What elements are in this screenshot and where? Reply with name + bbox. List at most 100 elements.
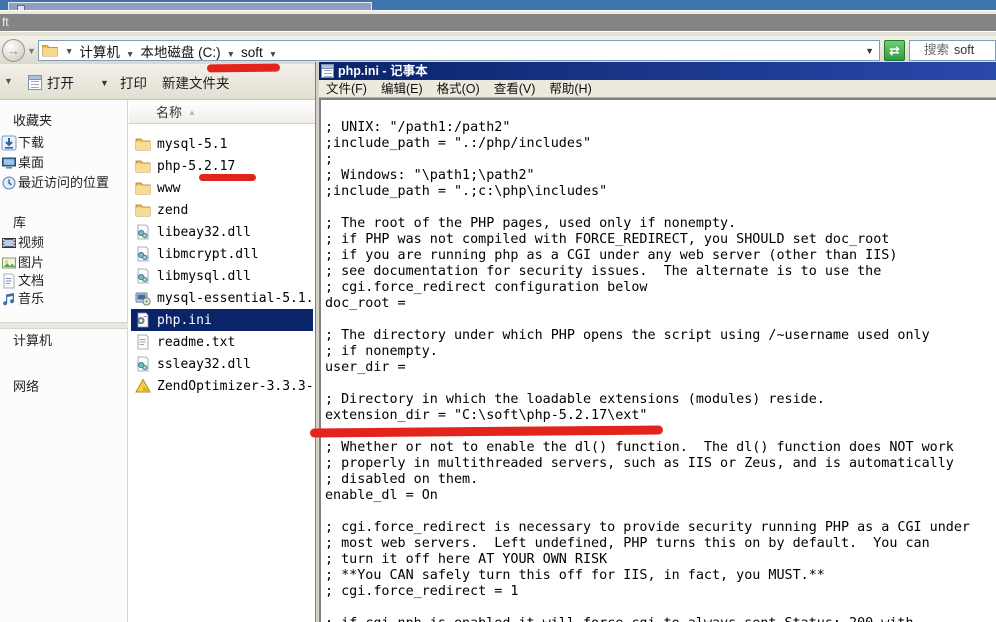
name-column-header[interactable]: 名称 ▲ (129, 102, 315, 124)
file-name: php-5.2.17 (157, 159, 235, 174)
breadcrumb-root-arrow[interactable]: ▼ (62, 46, 76, 56)
file-row[interactable]: zend (131, 199, 313, 221)
txt-icon (135, 334, 151, 350)
red-underline-php-folder-annotation (199, 174, 256, 181)
dll-icon (135, 356, 151, 372)
file-row[interactable]: ZendOptimizer-3.3.3-Windo (131, 375, 313, 397)
breadcrumb-segment[interactable]: 计算机 (76, 45, 123, 60)
notepad-client-area: ; UNIX: "/path1:/path2" ;include_path = … (319, 98, 996, 622)
print-button[interactable]: 打印 (116, 70, 151, 94)
sidebar-item-label: 桌面 (18, 152, 44, 171)
sidebar-group-1[interactable]: 库 (13, 212, 26, 231)
search-label: 搜索 (924, 43, 949, 57)
open-button[interactable]: 打开 (24, 70, 78, 94)
refresh-button[interactable]: ⇄ (884, 40, 905, 61)
sidebar-group-3[interactable]: 网络 (13, 376, 39, 395)
sidebar-item[interactable]: 桌面 (1, 152, 44, 171)
search-term: soft (954, 43, 974, 57)
file-row[interactable]: readme.txt (131, 331, 313, 353)
dll-icon (135, 246, 151, 262)
open-button-label: 打开 (47, 72, 74, 92)
organize-dropdown-fragment[interactable]: ▼ (4, 76, 13, 86)
pictures-icon (1, 255, 17, 271)
file-name: libeay32.dll (157, 225, 251, 240)
notepad-menu-item[interactable]: 查看(V) (487, 80, 543, 98)
sidebar-item[interactable]: 图片 (1, 252, 44, 271)
notepad-menu-item[interactable]: 编辑(E) (374, 80, 430, 98)
sidebar-item-label: 下载 (18, 132, 44, 151)
sidebar-group-2[interactable]: 计算机 (13, 330, 52, 349)
breadcrumb-segment[interactable]: 本地磁盘 (C:) (137, 45, 223, 60)
forward-button[interactable]: → (2, 39, 25, 62)
folder-icon (135, 136, 151, 152)
file-name: libmcrypt.dll (157, 247, 259, 262)
breadcrumb-arrow-icon[interactable]: ▼ (266, 49, 280, 59)
sidebar-item[interactable]: 最近访问的位置 (1, 172, 109, 191)
folder-icon (135, 202, 151, 218)
address-bar-row: → ▼ ▼ 计算机▼本地磁盘 (C:)▼soft▼ ▼ ⇄ 搜索soft (0, 36, 996, 64)
red-underline-soft-annotation (207, 64, 280, 73)
sidebar-item-label: 音乐 (18, 288, 44, 307)
desktop-icon (1, 155, 17, 171)
file-row[interactable]: libeay32.dll (131, 221, 313, 243)
notepad-window: php.ini - 记事本 文件(F)编辑(E)格式(O)查看(V)帮助(H) … (316, 62, 996, 622)
file-name: readme.txt (157, 335, 235, 350)
download-icon (1, 135, 17, 151)
nav-history-dropdown-icon[interactable]: ▼ (27, 46, 36, 56)
documents-icon (1, 273, 17, 289)
notepad-title: php.ini - 记事本 (338, 62, 428, 80)
breadcrumb-segment[interactable]: soft (238, 45, 266, 60)
background-titlebar-text: ft (2, 15, 9, 29)
breadcrumb: 计算机▼本地磁盘 (C:)▼soft▼ (76, 41, 280, 61)
file-row[interactable]: mysql-essential-5.1.63-wi (131, 287, 313, 309)
dll-icon (135, 224, 151, 240)
navigation-pane: 收藏夹下载桌面最近访问的位置库视频图片文档音乐计算机网络 (0, 100, 128, 622)
sidebar-group-0[interactable]: 收藏夹 (13, 110, 52, 129)
ini-icon (135, 312, 151, 328)
notepad-text-area[interactable]: ; UNIX: "/path1:/path2" ;include_path = … (323, 102, 996, 622)
folder-icon (135, 158, 151, 174)
address-dropdown-icon[interactable]: ▼ (865, 46, 874, 56)
sidebar-item[interactable]: 下载 (1, 132, 44, 151)
folder-icon (42, 44, 58, 57)
new-folder-button[interactable]: 新建文件夹 (158, 70, 234, 94)
print-button-label: 打印 (120, 72, 147, 92)
open-dropdown-icon[interactable]: ▼ (100, 78, 109, 88)
dll-icon (135, 268, 151, 284)
warning-icon (135, 378, 151, 394)
sort-ascending-icon: ▲ (188, 102, 196, 124)
file-name: ssleay32.dll (157, 357, 251, 372)
file-name: www (157, 181, 180, 196)
breadcrumb-arrow-icon[interactable]: ▼ (224, 49, 238, 59)
sidebar-item[interactable]: 音乐 (1, 288, 44, 307)
folder-icon (135, 180, 151, 196)
file-name: ZendOptimizer-3.3.3-Windo (157, 379, 313, 394)
search-input[interactable]: 搜索 soft (909, 40, 996, 61)
file-name: zend (157, 203, 188, 218)
sidebar-item-label: 视频 (18, 232, 44, 251)
notepad-menu-item[interactable]: 帮助(H) (542, 80, 598, 98)
notepad-title-bar[interactable]: php.ini - 记事本 (319, 62, 996, 80)
file-row[interactable]: php.ini (131, 309, 313, 331)
file-name: mysql-essential-5.1.63-wi (157, 291, 313, 306)
file-name: php.ini (157, 313, 212, 328)
name-column-label: 名称 (156, 105, 182, 120)
file-row[interactable]: ssleay32.dll (131, 353, 313, 375)
address-bar[interactable]: ▼ 计算机▼本地磁盘 (C:)▼soft▼ (38, 40, 880, 61)
file-name: libmysql.dll (157, 269, 251, 284)
file-row[interactable]: libmysql.dll (131, 265, 313, 287)
sidebar-item-label: 图片 (18, 252, 44, 271)
screen: ft → ▼ ▼ 计算机▼本地磁盘 (C:)▼soft▼ ▼ ⇄ 搜索soft … (0, 0, 996, 622)
notepad-menu-item[interactable]: 格式(O) (430, 80, 487, 98)
notepad-file-icon (28, 75, 42, 90)
new-folder-button-label: 新建文件夹 (162, 72, 230, 92)
file-row[interactable]: libmcrypt.dll (131, 243, 313, 265)
breadcrumb-arrow-icon[interactable]: ▼ (123, 49, 137, 59)
sidebar-item[interactable]: 文档 (1, 270, 44, 289)
sidebar-separator (0, 322, 128, 329)
notepad-menu-item[interactable]: 文件(F) (319, 80, 374, 98)
sidebar-item[interactable]: 视频 (1, 232, 44, 251)
file-name: mysql-5.1 (157, 137, 227, 152)
notepad-menu-bar: 文件(F)编辑(E)格式(O)查看(V)帮助(H) (319, 80, 996, 98)
file-row[interactable]: mysql-5.1 (131, 133, 313, 155)
